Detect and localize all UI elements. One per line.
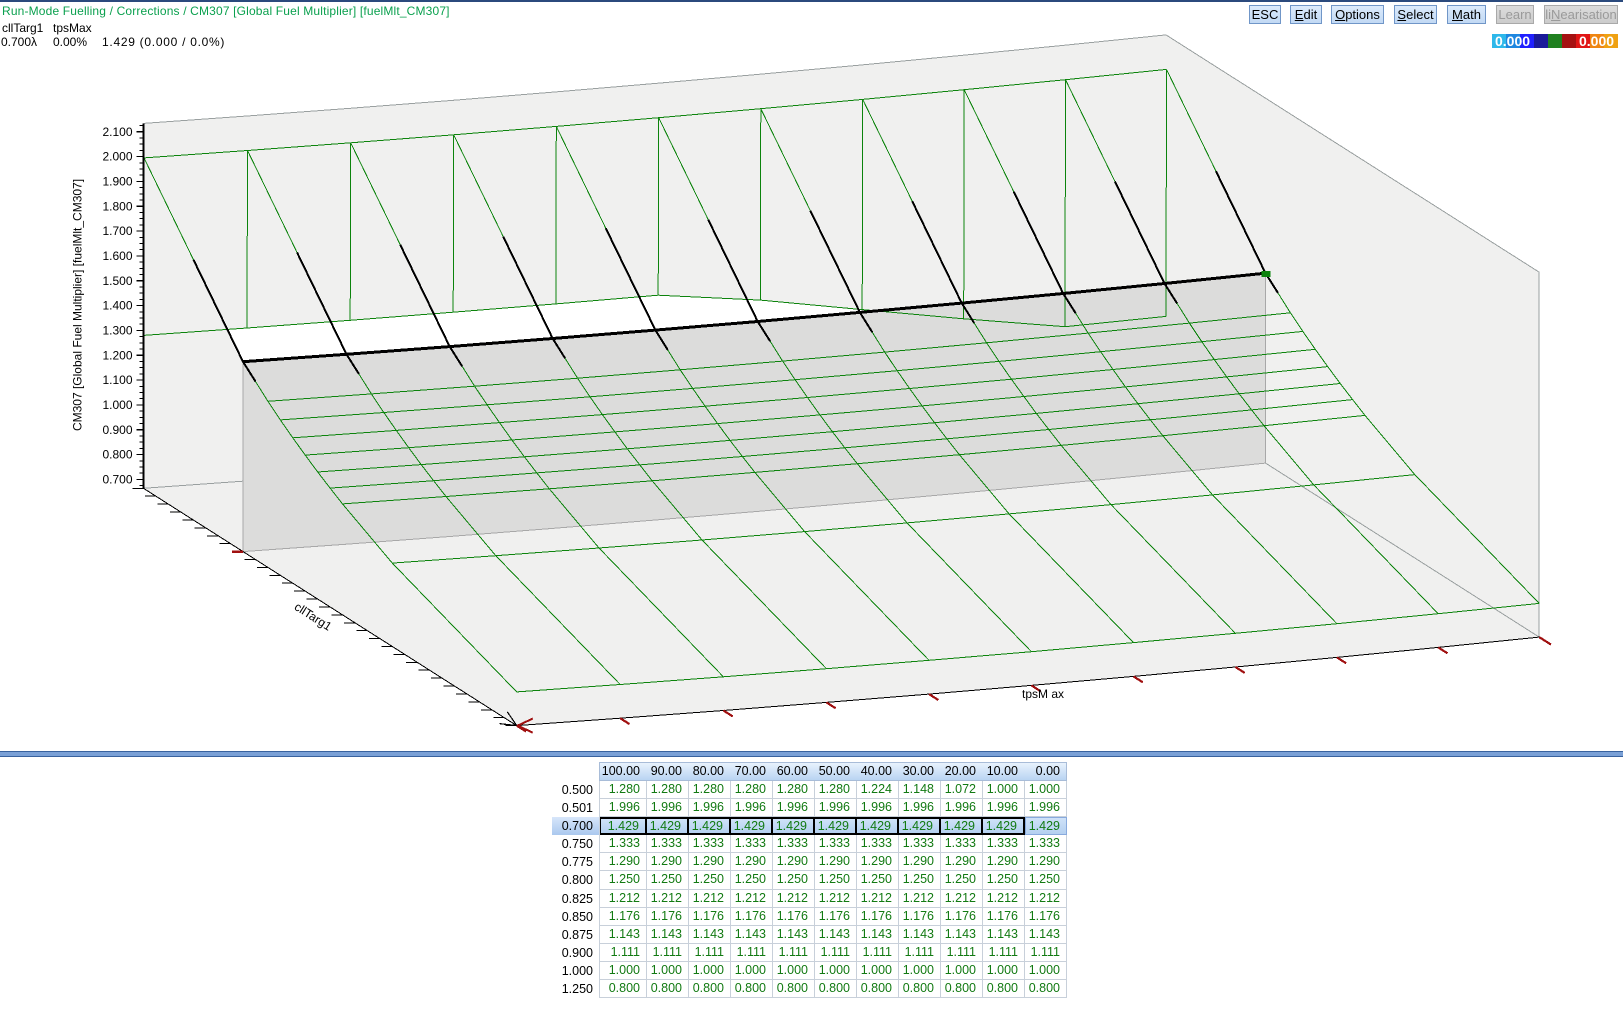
svg-text:2.000: 2.000	[102, 150, 132, 164]
svg-text:0.700: 0.700	[102, 472, 132, 486]
svg-text:1.200: 1.200	[102, 348, 132, 362]
svg-text:1.800: 1.800	[102, 199, 132, 213]
svg-text:0.800: 0.800	[102, 448, 132, 462]
svg-text:1.900: 1.900	[102, 175, 132, 189]
svg-text:1.700: 1.700	[102, 224, 132, 238]
svg-text:2.100: 2.100	[102, 125, 132, 139]
svg-text:tpsM ax: tpsM ax	[1022, 687, 1064, 701]
svg-text:0.900: 0.900	[102, 423, 132, 437]
svg-text:1.300: 1.300	[102, 323, 132, 337]
svg-text:1.100: 1.100	[102, 373, 132, 387]
svg-text:1.400: 1.400	[102, 299, 132, 313]
svg-text:CM307 [Global Fuel Multiplier]: CM307 [Global Fuel Multiplier] [fuelMlt_…	[71, 179, 85, 431]
svg-text:1.000: 1.000	[102, 398, 132, 412]
svg-text:1.500: 1.500	[102, 274, 132, 288]
svg-text:1.600: 1.600	[102, 249, 132, 263]
